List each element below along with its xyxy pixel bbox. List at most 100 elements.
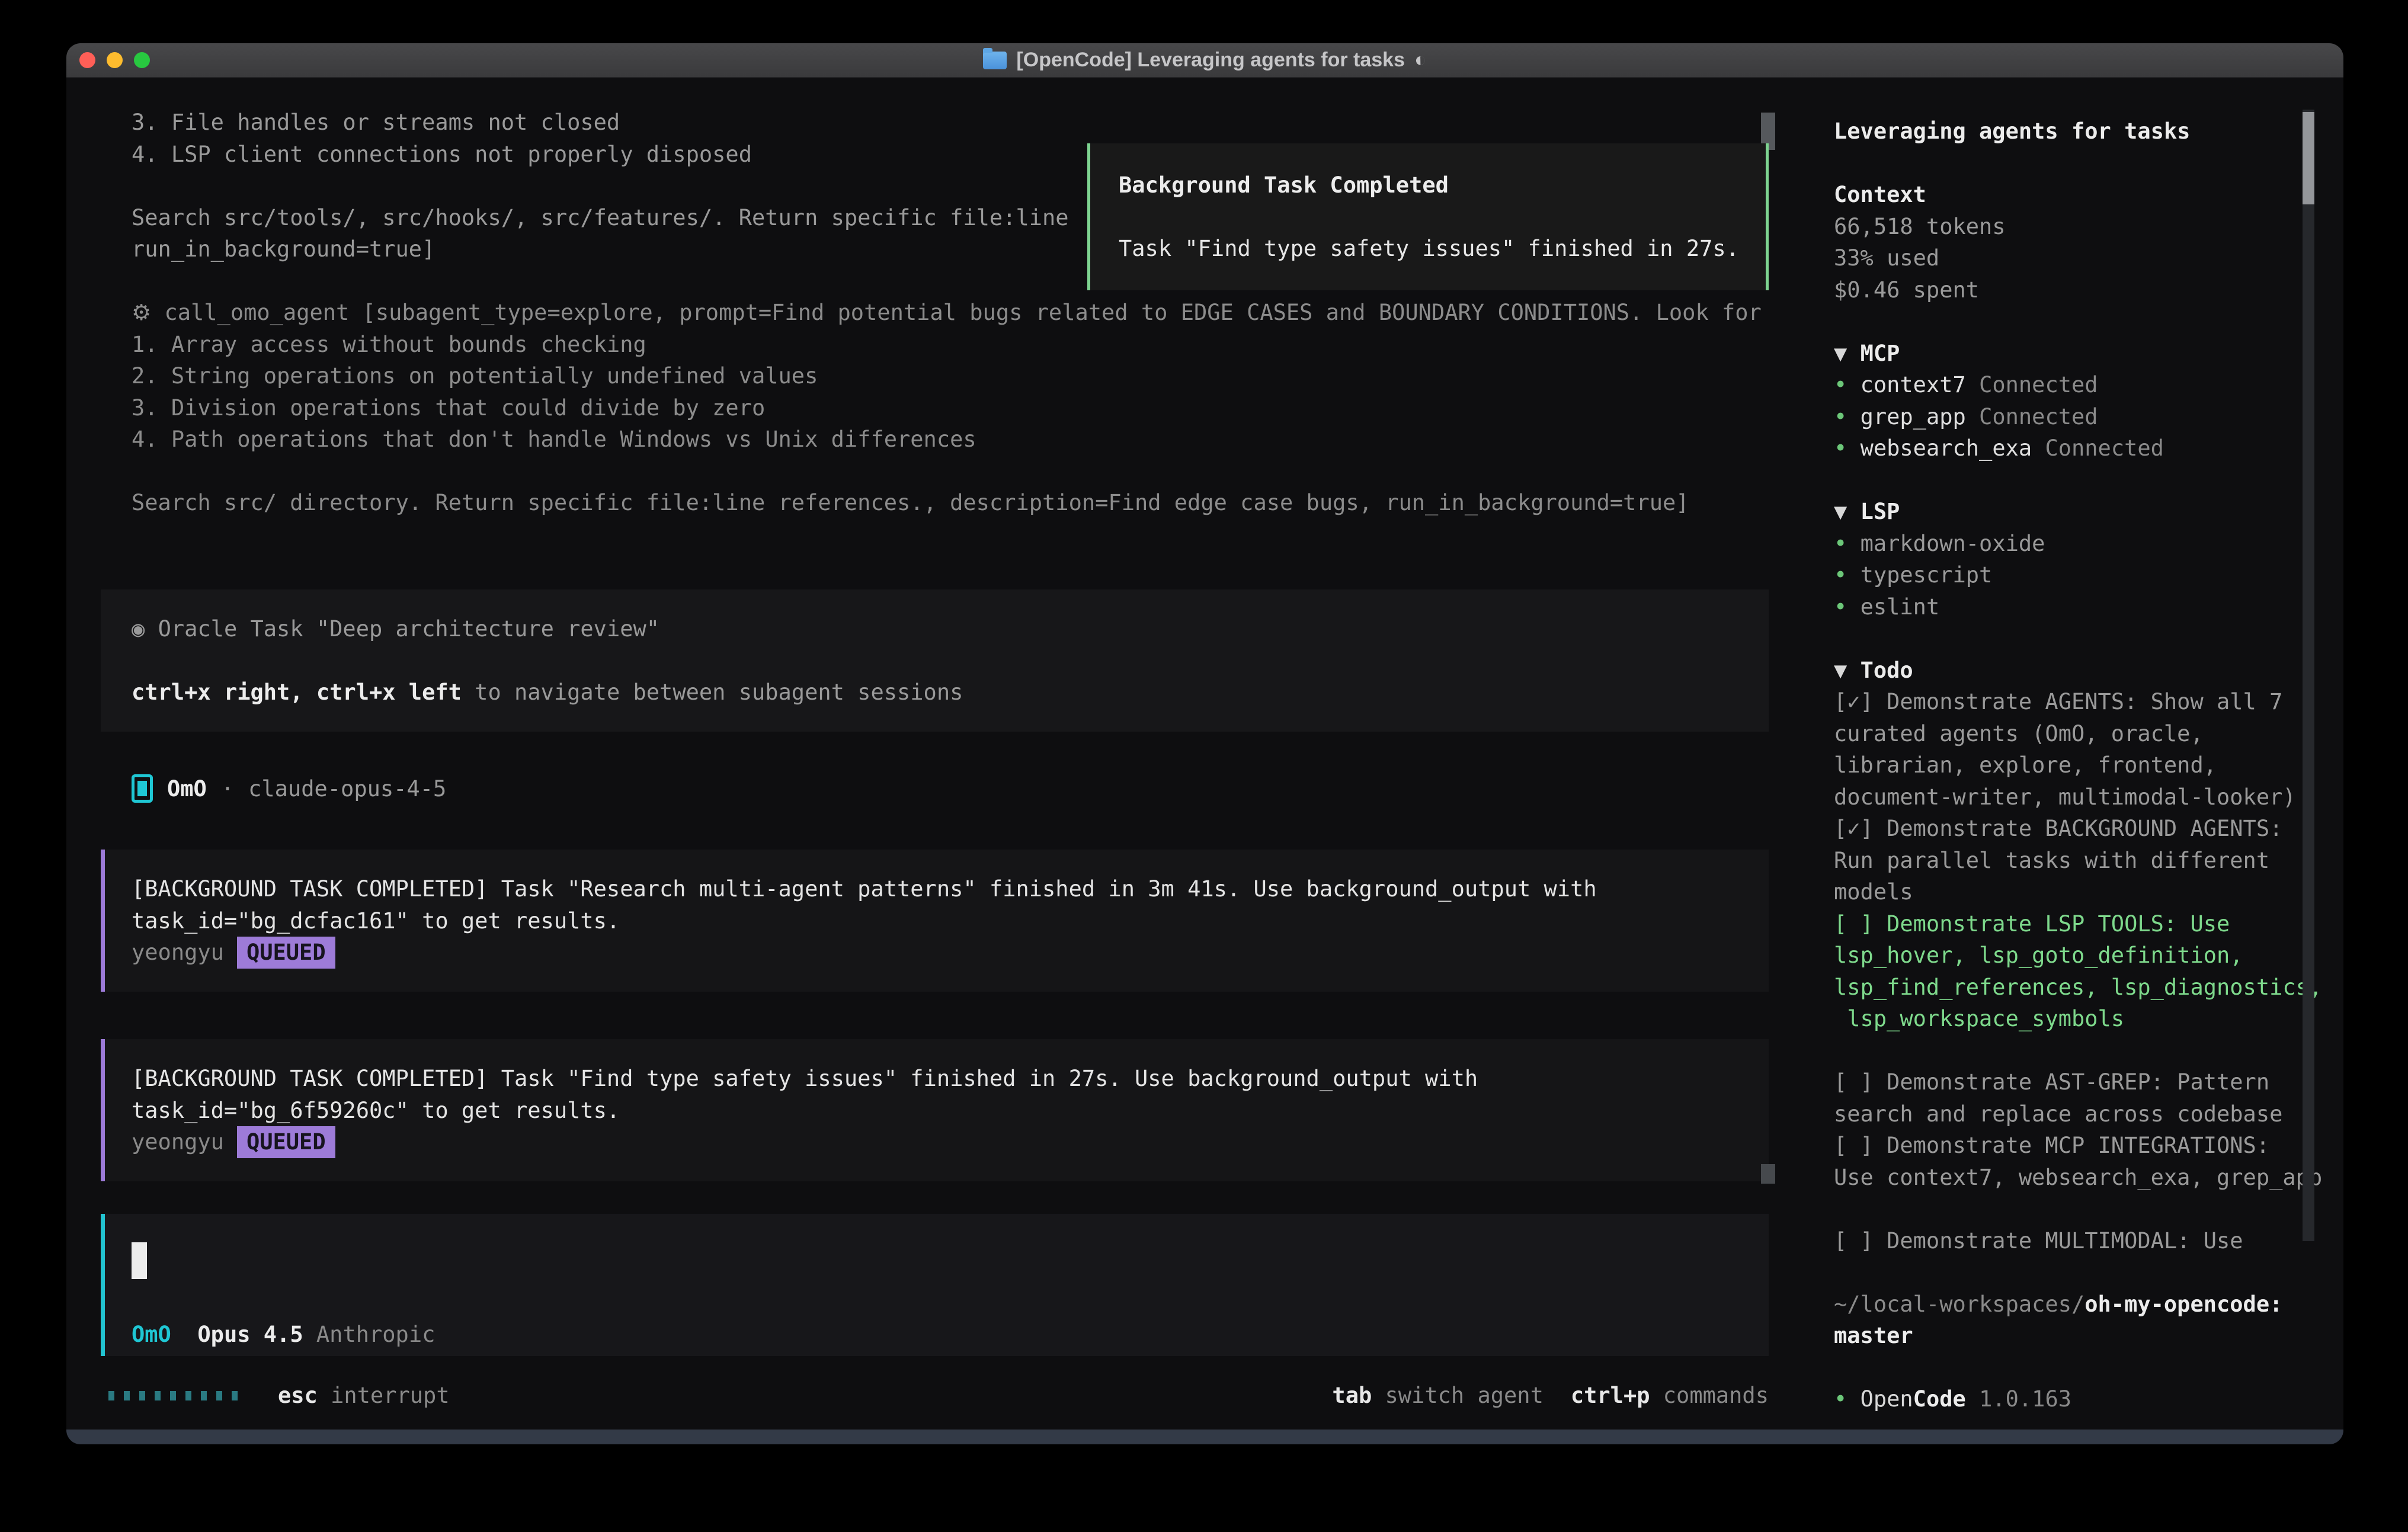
scrollback-line: 3. File handles or streams not closed bbox=[101, 107, 1769, 139]
status-badge: QUEUED bbox=[237, 937, 335, 969]
background-task-message: [BACKGROUND TASK COMPLETED] Task "Find t… bbox=[101, 1039, 1769, 1181]
input-model: Opus 4.5 bbox=[197, 1322, 303, 1347]
lsp-section-header[interactable]: ▼ LSP bbox=[1834, 496, 2302, 528]
minimize-button[interactable] bbox=[107, 52, 123, 68]
lsp-item: • typescript bbox=[1834, 559, 2302, 591]
context-spent: $0.46 spent bbox=[1834, 274, 2302, 306]
status-badge: QUEUED bbox=[237, 1126, 335, 1158]
input-agent-name: OmO bbox=[132, 1322, 171, 1347]
toast-notification[interactable]: Background Task Completed Task "Find typ… bbox=[1087, 143, 1769, 290]
version-row: • OpenCode 1.0.163 bbox=[1834, 1383, 2302, 1415]
todo-line-active: lsp_find_references, lsp_diagnostics, bbox=[1834, 972, 2302, 1004]
tool-call-text: call_omo_agent [subagent_type=explore, p… bbox=[164, 300, 1761, 325]
todo-line: document-writer, multimodal-looker) bbox=[1834, 781, 2302, 813]
agent-model: claude-opus-4-5 bbox=[248, 773, 446, 805]
todo-line: [ ] Demonstrate MULTIMODAL: Use bbox=[1834, 1225, 2302, 1257]
tool-call-item: 2. String operations on potentially unde… bbox=[101, 360, 1769, 392]
toast-body: Task "Find type safety issues" finished … bbox=[1119, 233, 1766, 265]
title-bar: [OpenCode] Leveraging agents for tasks ◐ bbox=[66, 43, 2343, 78]
message-line: [BACKGROUND TASK COMPLETED] Task "Resear… bbox=[132, 873, 1769, 905]
status-dot-icon: • bbox=[1834, 562, 1861, 588]
window-title-text: [OpenCode] Leveraging agents for tasks bbox=[1016, 49, 1405, 72]
sidebar-scrollbar-thumb[interactable] bbox=[2303, 112, 2314, 204]
sidebar: Leveraging agents for tasks Context 66,5… bbox=[1834, 116, 2302, 1415]
status-left: esc interrupt bbox=[101, 1380, 450, 1412]
todo-line: curated agents (OmO, oracle, bbox=[1834, 718, 2302, 750]
agent-icon bbox=[132, 774, 153, 803]
message-author: yeongyu bbox=[132, 940, 224, 965]
tool-call-line2: Search src/ directory. Return specific f… bbox=[101, 487, 1769, 519]
model-row: OmO Opus 4.5 Anthropic bbox=[132, 1319, 1769, 1351]
hint-keys: ctrl+x right, ctrl+x left bbox=[132, 680, 462, 705]
mcp-item: • grep_app Connected bbox=[1834, 401, 2302, 433]
mcp-item: • context7 Connected bbox=[1834, 369, 2302, 401]
gear-icon: ⚙ bbox=[132, 300, 151, 325]
message-meta: yeongyu QUEUED bbox=[132, 937, 1769, 969]
message-meta: yeongyu QUEUED bbox=[132, 1126, 1769, 1158]
tool-call-line: ⚙ call_omo_agent [subagent_type=explore,… bbox=[101, 297, 1769, 329]
input-provider: Anthropic bbox=[316, 1322, 435, 1347]
todo-line: librarian, explore, frontend, bbox=[1834, 749, 2302, 781]
status-dot-icon: • bbox=[1834, 531, 1861, 556]
workspace-path: ~/local-workspaces/oh-my-opencode: bbox=[1834, 1289, 2302, 1321]
todo-line: [ ] Demonstrate AST-GREP: Pattern bbox=[1834, 1066, 2302, 1098]
terminal-window: [OpenCode] Leveraging agents for tasks ◐… bbox=[66, 43, 2343, 1444]
collapse-triangle-icon: ▼ bbox=[1834, 341, 1861, 366]
collapse-triangle-icon: ▼ bbox=[1834, 658, 1861, 683]
status-bar: esc interrupt tab switch agent ctrl+p co… bbox=[101, 1380, 1769, 1412]
chat-scrollbar-thumb[interactable] bbox=[1761, 1164, 1775, 1184]
message-line: [BACKGROUND TASK COMPLETED] Task "Find t… bbox=[132, 1063, 1769, 1095]
todo-line: [✓] Demonstrate BACKGROUND AGENTS: bbox=[1834, 813, 2302, 845]
todo-section-header[interactable]: ▼ Todo bbox=[1834, 655, 2302, 687]
todo-line: [ ] Demonstrate MCP INTEGRATIONS: bbox=[1834, 1130, 2302, 1162]
todo-line-active: lsp_workspace_symbols bbox=[1834, 1003, 2302, 1035]
todo-line: search and replace across codebase bbox=[1834, 1098, 2302, 1130]
mcp-item: • websearch_exa Connected bbox=[1834, 432, 2302, 464]
message-author: yeongyu bbox=[132, 1129, 224, 1155]
tool-call-item: 4. Path operations that don't handle Win… bbox=[101, 424, 1769, 456]
mcp-section-header[interactable]: ▼ MCP bbox=[1834, 338, 2302, 370]
window-controls bbox=[79, 43, 150, 77]
message-line: task_id="bg_dcfac161" to get results. bbox=[132, 905, 1769, 937]
terminal-content: 3. File handles or streams not closed 4.… bbox=[66, 78, 2343, 1430]
status-dot-icon: • bbox=[1834, 594, 1861, 620]
prompt-input[interactable]: OmO Opus 4.5 Anthropic bbox=[101, 1214, 1769, 1356]
context-heading: Context bbox=[1834, 179, 2302, 211]
tool-call-item: 3. Division operations that could divide… bbox=[101, 392, 1769, 424]
esc-key: esc bbox=[278, 1380, 318, 1412]
todo-line: Use context7, websearch_exa, grep_app bbox=[1834, 1162, 2302, 1194]
status-dot-icon: • bbox=[1834, 1386, 1861, 1412]
window-bottom-edge bbox=[66, 1430, 2343, 1444]
status-right: tab switch agent ctrl+p commands bbox=[1332, 1380, 1769, 1412]
hint-text: to navigate between subagent sessions bbox=[462, 680, 963, 705]
sidebar-session-title: Leveraging agents for tasks bbox=[1834, 116, 2302, 148]
sidebar-scrollbar-track[interactable] bbox=[2303, 110, 2314, 1241]
todo-line-active: lsp_hover, lsp_goto_definition, bbox=[1834, 940, 2302, 972]
folder-icon bbox=[983, 52, 1007, 69]
collapse-triangle-icon: ▼ bbox=[1834, 499, 1861, 524]
zoom-button[interactable] bbox=[134, 52, 150, 68]
context-used: 33% used bbox=[1834, 242, 2302, 274]
todo-line-active: [ ] Demonstrate LSP TOOLS: Use bbox=[1834, 908, 2302, 940]
ctrlp-label: commands bbox=[1663, 1380, 1769, 1412]
oracle-task-hint: ctrl+x right, ctrl+x left to navigate be… bbox=[132, 677, 1769, 709]
toast-title: Background Task Completed bbox=[1119, 169, 1766, 201]
todo-line: [✓] Demonstrate AGENTS: Show all 7 bbox=[1834, 686, 2302, 718]
fisheye-icon: ◉ bbox=[132, 616, 145, 642]
oracle-task-box[interactable]: ◉ Oracle Task "Deep architecture review"… bbox=[101, 589, 1769, 732]
busy-spinner-icon bbox=[108, 1391, 244, 1400]
background-task-message: [BACKGROUND TASK COMPLETED] Task "Resear… bbox=[101, 850, 1769, 992]
workspace-branch: master bbox=[1834, 1320, 2302, 1352]
agent-session-header: OmO · claude-opus-4-5 bbox=[101, 773, 1769, 805]
lsp-item: • markdown-oxide bbox=[1834, 528, 2302, 560]
tab-label: switch agent bbox=[1385, 1380, 1544, 1412]
session-progress-icon: ◐ bbox=[1414, 49, 1427, 72]
close-button[interactable] bbox=[79, 52, 95, 68]
status-dot-icon: • bbox=[1834, 404, 1861, 430]
tab-key: tab bbox=[1332, 1380, 1372, 1412]
separator-dot: · bbox=[221, 773, 234, 805]
todo-line: models bbox=[1834, 876, 2302, 908]
window-title: [OpenCode] Leveraging agents for tasks ◐ bbox=[983, 49, 1426, 72]
tool-call-item: 1. Array access without bounds checking bbox=[101, 329, 1769, 361]
message-line: task_id="bg_6f59260c" to get results. bbox=[132, 1095, 1769, 1127]
